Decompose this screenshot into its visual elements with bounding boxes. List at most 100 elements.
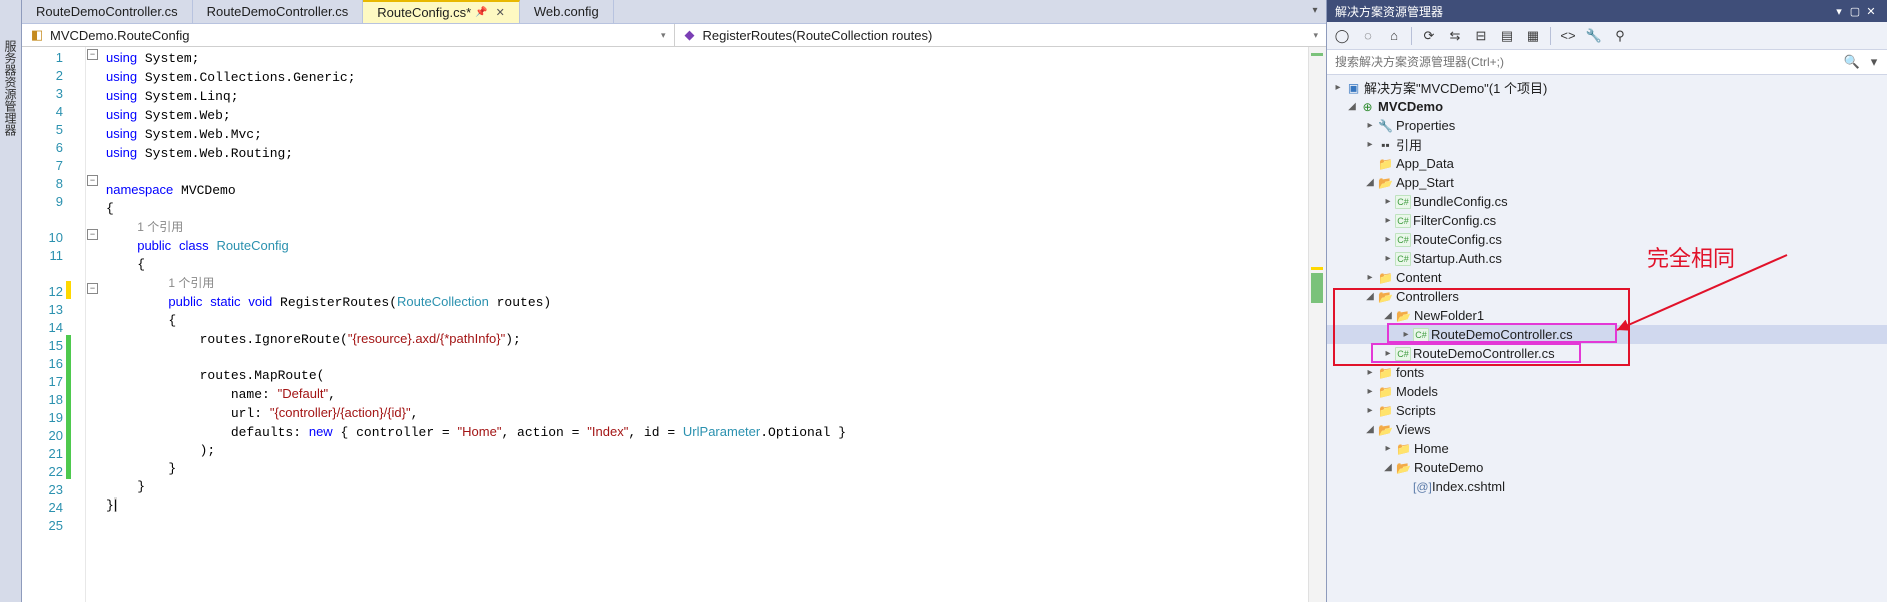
expander-icon[interactable]: ▸ — [1381, 348, 1395, 359]
tab-routedemocontroller-1[interactable]: RouteDemoController.cs — [22, 0, 193, 23]
newfolder1-node[interactable]: ◢ 📂 NewFolder1 — [1327, 306, 1887, 325]
panel-dropdown-icon[interactable]: ▾ — [1831, 5, 1847, 18]
close-icon[interactable]: ✕ — [496, 6, 505, 19]
search-input[interactable] — [1331, 52, 1839, 72]
sync-icon[interactable]: ⇆ — [1446, 27, 1464, 45]
folder-open-icon: 📂 — [1395, 461, 1412, 475]
tab-label: RouteConfig.cs* — [377, 5, 471, 20]
expander-icon[interactable]: ▸ — [1363, 272, 1377, 283]
forward-icon[interactable]: ◌ — [1359, 27, 1377, 45]
panel-pin-icon[interactable]: ▢ — [1847, 5, 1863, 18]
fold-toggle[interactable]: − — [87, 175, 98, 186]
scripts-node[interactable]: ▸ 📁 Scripts — [1327, 401, 1887, 420]
tabs-overflow-icon[interactable]: ▾ — [1308, 5, 1322, 19]
code-text[interactable]: using System; using System.Collections.G… — [86, 47, 1308, 602]
expander-icon[interactable]: ◢ — [1345, 101, 1359, 112]
appdata-node[interactable]: 📁 App_Data — [1327, 154, 1887, 173]
solution-explorer-panel: 解决方案资源管理器 ▾ ▢ ✕ ◯ ◌ ⌂ ⟳ ⇆ ⊟ ▤ ▦ <> 🔧 ⚲ 🔍… — [1326, 0, 1887, 602]
routeconfig-node[interactable]: ▸ C# RouteConfig.cs — [1327, 230, 1887, 249]
expander-icon[interactable]: ▸ — [1381, 234, 1395, 245]
show-all-icon[interactable]: ▤ — [1498, 27, 1516, 45]
solution-tree[interactable]: ▸ ▣ 解决方案"MVCDemo"(1 个项目) ◢ ⊕ MVCDemo ▸ 🔧… — [1327, 75, 1887, 602]
wrench-icon: 🔧 — [1377, 119, 1394, 133]
folder-open-icon: 📂 — [1377, 290, 1394, 304]
fold-toggle[interactable]: − — [87, 229, 98, 240]
fonts-node[interactable]: ▸ 📁 fonts — [1327, 363, 1887, 382]
search-dropdown-icon[interactable]: ▾ — [1865, 54, 1883, 70]
nav-member-dropdown[interactable]: ◆ RegisterRoutes(RouteCollection routes)… — [675, 24, 1327, 46]
code-icon[interactable]: <> — [1559, 27, 1577, 45]
home-icon[interactable]: ⌂ — [1385, 27, 1403, 45]
tree-label: Views — [1394, 422, 1430, 437]
solution-node[interactable]: ▸ ▣ 解决方案"MVCDemo"(1 个项目) — [1327, 78, 1887, 97]
back-icon[interactable]: ◯ — [1333, 27, 1351, 45]
expander-icon[interactable]: ▸ — [1363, 139, 1377, 150]
controllers-node[interactable]: ◢ 📂 Controllers — [1327, 287, 1887, 306]
expander-icon[interactable]: ◢ — [1363, 424, 1377, 435]
expander-icon[interactable]: ▸ — [1363, 367, 1377, 378]
folder-open-icon: 📂 — [1377, 176, 1394, 190]
line-number-gutter: 123456789 1011 1213141516171819202122232… — [22, 47, 86, 602]
expander-icon[interactable]: ◢ — [1363, 177, 1377, 188]
filterconfig-node[interactable]: ▸ C# FilterConfig.cs — [1327, 211, 1887, 230]
expander-icon[interactable]: ◢ — [1363, 291, 1377, 302]
views-routedemo-node[interactable]: ◢ 📂 RouteDemo — [1327, 458, 1887, 477]
models-node[interactable]: ▸ 📁 Models — [1327, 382, 1887, 401]
fold-toggle[interactable]: − — [87, 49, 98, 60]
content-node[interactable]: ▸ 📁 Content — [1327, 268, 1887, 287]
expander-icon[interactable]: ◢ — [1381, 310, 1395, 321]
panel-search[interactable]: 🔍 ▾ — [1327, 50, 1887, 75]
folder-icon: 📁 — [1377, 404, 1394, 418]
properties-icon[interactable]: ▦ — [1524, 27, 1542, 45]
method-icon: ◆ — [683, 28, 697, 42]
key-icon[interactable]: ⚲ — [1611, 27, 1629, 45]
expander-icon[interactable]: ▸ — [1363, 120, 1377, 131]
tab-webconfig[interactable]: Web.config — [520, 0, 614, 23]
nav-member-label: RegisterRoutes(RouteCollection routes) — [703, 28, 933, 43]
nav-class-dropdown[interactable]: ◧ MVCDemo.RouteConfig ▾ — [22, 24, 675, 46]
codelens-hint[interactable]: 1 个引用 — [137, 220, 183, 234]
search-icon[interactable]: 🔍 — [1843, 54, 1861, 70]
expander-icon[interactable]: ▸ — [1331, 82, 1345, 93]
tab-routeconfig[interactable]: RouteConfig.cs* 📌 ✕ — [363, 0, 520, 23]
collapse-icon[interactable]: ⊟ — [1472, 27, 1490, 45]
code-editor[interactable]: 123456789 1011 1213141516171819202122232… — [22, 47, 1326, 602]
routedemocontroller-inner-node[interactable]: ▸ C# RouteDemoController.cs — [1327, 325, 1887, 344]
properties-node[interactable]: ▸ 🔧 Properties — [1327, 116, 1887, 135]
appstart-node[interactable]: ◢ 📂 App_Start — [1327, 173, 1887, 192]
codelens-hint[interactable]: 1 个引用 — [168, 276, 214, 290]
expander-icon[interactable]: ▸ — [1399, 329, 1413, 340]
routedemocontroller-outer-node[interactable]: ▸ C# RouteDemoController.cs — [1327, 344, 1887, 363]
startupauth-node[interactable]: ▸ C# Startup.Auth.cs — [1327, 249, 1887, 268]
views-node[interactable]: ◢ 📂 Views — [1327, 420, 1887, 439]
csharp-file-icon: C# — [1413, 328, 1429, 342]
refresh-icon[interactable]: ⟳ — [1420, 27, 1438, 45]
editor-area: RouteDemoController.cs RouteDemoControll… — [22, 0, 1326, 602]
expander-icon[interactable]: ▸ — [1381, 215, 1395, 226]
tree-label: Index.cshtml — [1430, 479, 1505, 494]
tree-label: Startup.Auth.cs — [1411, 251, 1502, 266]
tab-routedemocontroller-2[interactable]: RouteDemoController.cs — [193, 0, 364, 23]
panel-close-icon[interactable]: ✕ — [1863, 5, 1879, 18]
navigation-bar: ◧ MVCDemo.RouteConfig ▾ ◆ RegisterRoutes… — [22, 24, 1326, 47]
references-node[interactable]: ▸ ▪▪ 引用 — [1327, 135, 1887, 154]
folder-icon: 📁 — [1377, 366, 1394, 380]
bundleconfig-node[interactable]: ▸ C# BundleConfig.cs — [1327, 192, 1887, 211]
views-home-node[interactable]: ▸ 📁 Home — [1327, 439, 1887, 458]
panel-toolbar: ◯ ◌ ⌂ ⟳ ⇆ ⊟ ▤ ▦ <> 🔧 ⚲ — [1327, 22, 1887, 50]
expander-icon[interactable]: ▸ — [1381, 443, 1395, 454]
pin-icon[interactable]: 📌 — [475, 7, 487, 18]
scrollbar[interactable] — [1308, 47, 1326, 602]
expander-icon[interactable]: ▸ — [1381, 196, 1395, 207]
wrench-icon[interactable]: 🔧 — [1585, 27, 1603, 45]
expander-icon[interactable]: ▸ — [1381, 253, 1395, 264]
expander-icon[interactable]: ▸ — [1363, 405, 1377, 416]
collapsed-sidebar[interactable]: 服务器资源管理器 — [0, 0, 22, 602]
index-cshtml-node[interactable]: [@] Index.cshtml — [1327, 477, 1887, 496]
fold-toggle[interactable]: − — [87, 283, 98, 294]
project-node[interactable]: ◢ ⊕ MVCDemo — [1327, 97, 1887, 116]
expander-icon[interactable]: ◢ — [1381, 462, 1395, 473]
panel-titlebar[interactable]: 解决方案资源管理器 ▾ ▢ ✕ — [1327, 0, 1887, 22]
expander-icon[interactable]: ▸ — [1363, 386, 1377, 397]
cshtml-file-icon: [@] — [1413, 480, 1430, 494]
